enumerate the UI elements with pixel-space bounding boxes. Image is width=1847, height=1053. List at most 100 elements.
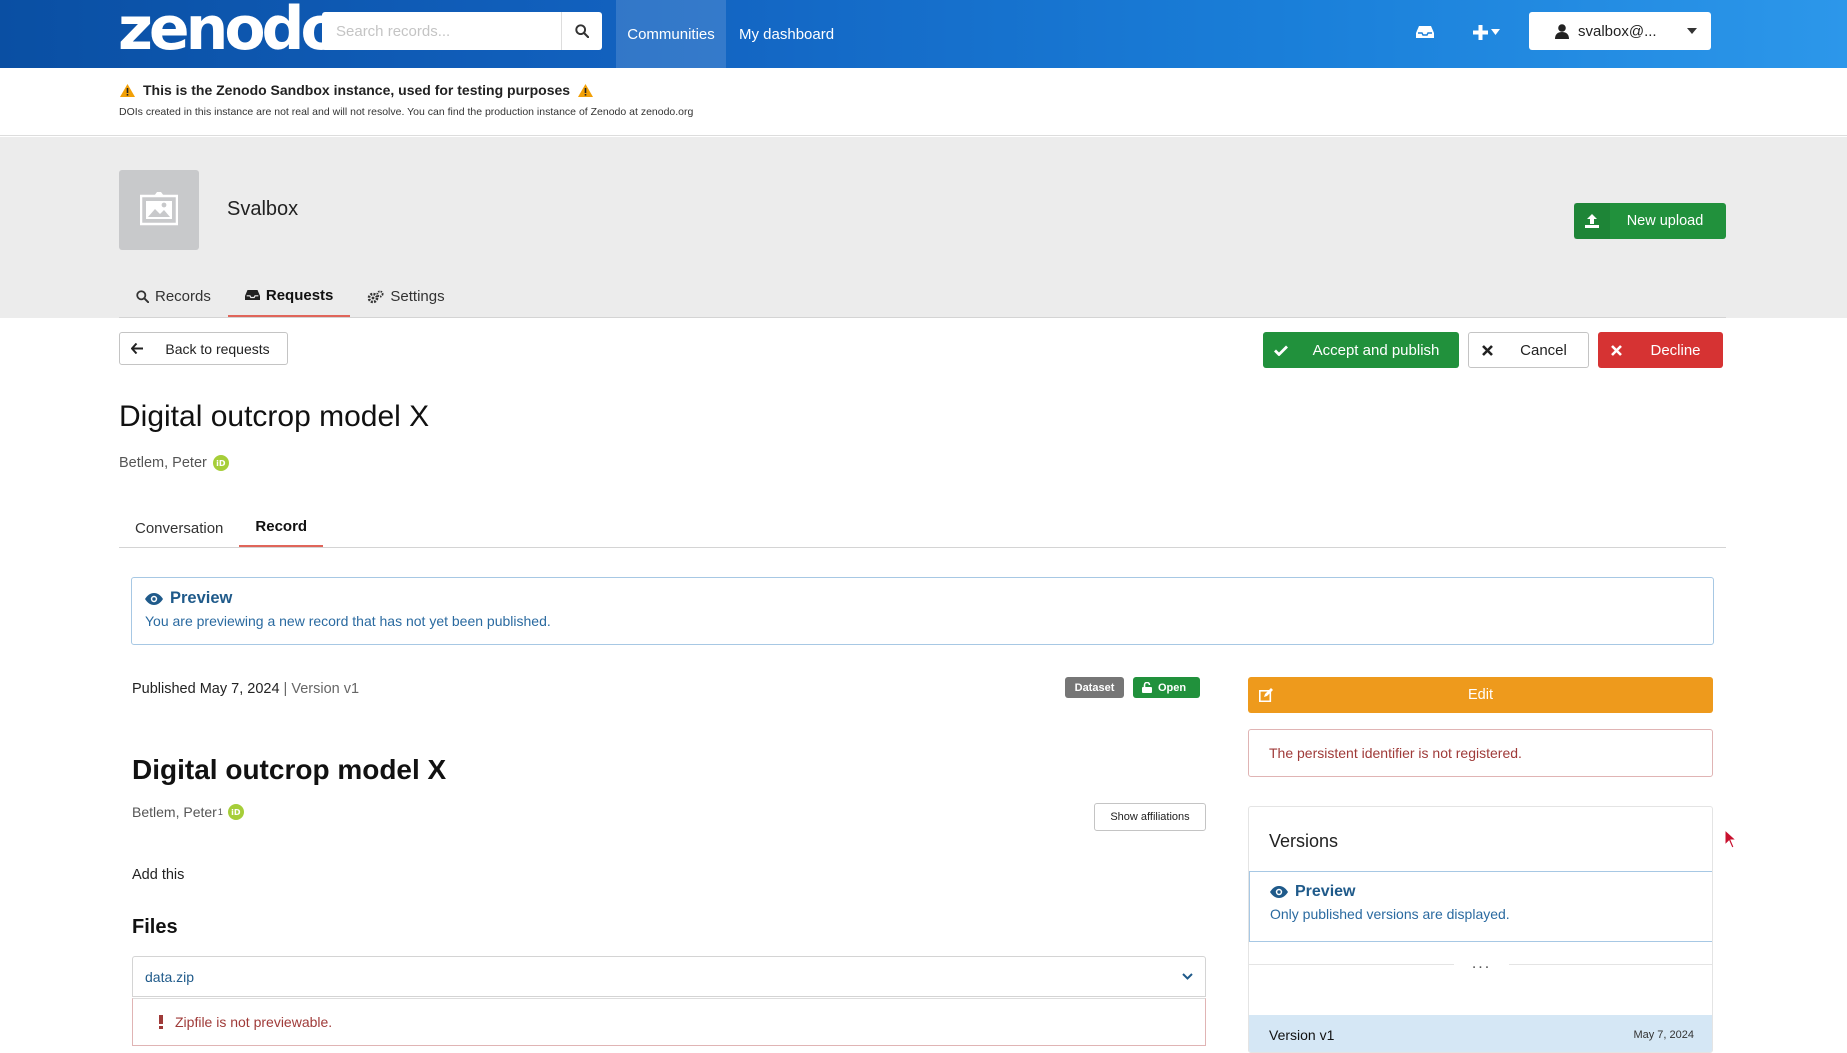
close-icon xyxy=(1469,344,1505,356)
versions-heading: Versions xyxy=(1269,831,1339,851)
sandbox-banner: This is the Zenodo Sandbox instance, use… xyxy=(0,68,1847,136)
back-to-requests-button[interactable]: Back to requests xyxy=(119,332,288,365)
user-menu-label: svalbox@... xyxy=(1578,22,1657,40)
sandbox-title: This is the Zenodo Sandbox instance, use… xyxy=(120,82,594,98)
tab-settings-label: Settings xyxy=(390,288,445,305)
arrow-left-icon xyxy=(120,343,154,354)
mouse-cursor-icon xyxy=(1724,829,1738,849)
search-input[interactable] xyxy=(322,12,561,50)
tab-records-label: Records xyxy=(155,288,211,305)
edit-label: Edit xyxy=(1468,687,1493,703)
search-button[interactable] xyxy=(561,12,602,50)
warning-icon xyxy=(578,83,594,97)
files-heading: Files xyxy=(132,916,178,938)
preview-text: You are previewing a new record that has… xyxy=(145,613,551,629)
tab-settings[interactable]: Settings xyxy=(350,275,461,318)
versions-preview-text: Only published versions are displayed. xyxy=(1270,906,1510,922)
versions-preview-message: Preview Only published versions are disp… xyxy=(1249,871,1712,942)
search-icon xyxy=(136,290,149,303)
version-name[interactable]: Version v1 xyxy=(1269,1027,1633,1043)
search-icon xyxy=(575,24,589,38)
sandbox-title-text: This is the Zenodo Sandbox instance, use… xyxy=(143,82,571,98)
preview-heading-text: Preview xyxy=(170,589,233,607)
community-tabs: Records Requests Settings xyxy=(119,275,462,318)
nav-my-dashboard[interactable]: My dashboard xyxy=(739,0,834,68)
orcid-icon[interactable]: iD xyxy=(227,804,244,820)
preview-message: Preview You are previewing a new record … xyxy=(131,577,1714,645)
tab-requests-label: Requests xyxy=(265,286,334,304)
tab-record[interactable]: Record xyxy=(239,508,324,548)
user-icon xyxy=(1555,23,1569,39)
chevron-down-icon[interactable] xyxy=(1182,973,1193,980)
eye-icon xyxy=(1270,886,1288,898)
pid-warning: The persistent identifier is not registe… xyxy=(1248,729,1713,777)
request-author-name[interactable]: Betlem, Peter xyxy=(119,455,207,471)
edit-button[interactable]: Edit xyxy=(1248,677,1713,713)
inbox-icon[interactable] xyxy=(1416,20,1434,44)
create-menu[interactable] xyxy=(1473,20,1500,44)
request-tabs: Conversation Record xyxy=(119,508,324,548)
edit-icon xyxy=(1248,688,1284,702)
versions-panel: Versions Preview Only published versions… xyxy=(1248,806,1713,1053)
affiliation-marker: 1 xyxy=(217,807,223,817)
access-badge[interactable]: Open xyxy=(1133,677,1200,698)
nav-communities[interactable]: Communities xyxy=(616,0,726,68)
resource-type-badge[interactable]: Dataset xyxy=(1065,677,1124,698)
divider xyxy=(119,547,1726,548)
check-icon xyxy=(1263,345,1299,356)
preview-heading: Preview xyxy=(145,589,1700,608)
show-affiliations-button[interactable]: Show affiliations xyxy=(1094,803,1206,831)
divider xyxy=(119,317,1726,318)
new-upload-button[interactable]: New upload xyxy=(1574,203,1726,239)
accept-label: Accept and publish xyxy=(1312,341,1440,359)
versions-preview-heading-text: Preview xyxy=(1295,883,1356,900)
orcid-icon[interactable]: iD xyxy=(212,455,229,471)
unlock-icon xyxy=(1142,682,1152,693)
versions-preview-heading: Preview xyxy=(1270,883,1693,901)
published-date: Published May 7, 2024 xyxy=(132,681,280,697)
cancel-button[interactable]: Cancel xyxy=(1468,332,1589,368)
tab-conversation[interactable]: Conversation xyxy=(119,508,239,548)
upload-icon xyxy=(1574,203,1610,239)
tab-requests[interactable]: Requests xyxy=(227,275,351,318)
file-preview-error-text: Zipfile is not previewable. xyxy=(175,1014,333,1030)
community-name[interactable]: Svalbox xyxy=(227,198,298,221)
access-badge-label: Open xyxy=(1158,681,1187,694)
decline-button[interactable]: Decline xyxy=(1598,332,1723,368)
eye-icon xyxy=(145,592,163,605)
versions-ellipsis[interactable]: ... xyxy=(1249,942,1712,986)
file-preview-error: Zipfile is not previewable. xyxy=(132,998,1206,1046)
request-title: Digital outcrop model X xyxy=(119,400,430,433)
caret-down-icon xyxy=(1491,29,1500,35)
version-item[interactable]: Version v1 May 7, 2024 xyxy=(1249,1015,1712,1052)
top-navbar: zenodo Communities My dashboard svalbox@… xyxy=(0,0,1847,68)
version-label: | Version v1 xyxy=(283,681,360,697)
file-name[interactable]: data.zip xyxy=(145,969,1182,985)
user-menu[interactable]: svalbox@... xyxy=(1529,12,1711,50)
decline-label: Decline xyxy=(1650,341,1701,359)
image-placeholder-icon xyxy=(140,192,178,226)
warning-icon xyxy=(120,83,135,97)
record-author-name[interactable]: Betlem, Peter xyxy=(132,804,217,820)
accept-and-publish-button[interactable]: Accept and publish xyxy=(1263,332,1459,368)
record-description: Add this xyxy=(132,867,185,883)
record-title: Digital outcrop model X xyxy=(132,754,447,785)
new-upload-label: New upload xyxy=(1626,213,1704,229)
zenodo-logo[interactable]: zenodo xyxy=(118,0,342,60)
inbox-icon xyxy=(244,290,260,300)
cogs-icon xyxy=(368,290,384,303)
community-header: Svalbox New upload Records Requests Sett… xyxy=(0,137,1847,318)
version-date: May 7, 2024 xyxy=(1633,1029,1694,1041)
file-accordion[interactable]: data.zip xyxy=(132,956,1206,997)
tab-records[interactable]: Records xyxy=(119,275,228,318)
exclamation-icon xyxy=(159,1015,163,1029)
ellipsis-text: ... xyxy=(1453,955,1510,973)
cancel-label: Cancel xyxy=(1520,341,1567,359)
community-logo xyxy=(119,170,199,250)
close-icon xyxy=(1598,344,1634,356)
search-bar xyxy=(322,12,602,50)
request-author: Betlem, Peter iD xyxy=(119,455,229,471)
caret-down-icon xyxy=(1687,28,1697,34)
publication-info: Published May 7, 2024 | Version v1 xyxy=(132,681,359,697)
plus-icon xyxy=(1473,24,1488,40)
